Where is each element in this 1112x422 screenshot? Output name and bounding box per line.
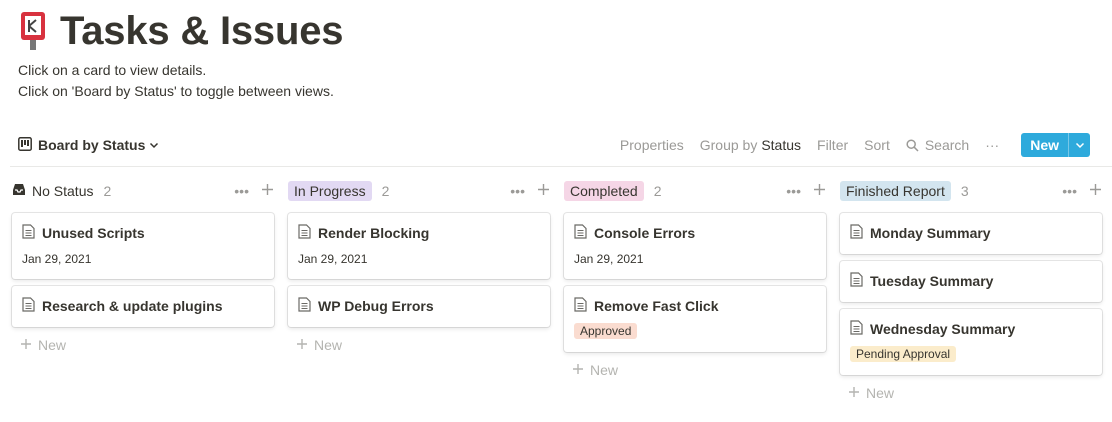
board-card[interactable]: Unused Scripts Jan 29, 2021 bbox=[12, 213, 274, 279]
add-card-button[interactable]: New bbox=[12, 334, 274, 356]
database-toolbar: Board by Status Properties Group by Stat… bbox=[18, 132, 1090, 158]
add-card-button[interactable]: New bbox=[840, 382, 1102, 404]
board-column-finished-report: Finished Report 3 ••• Monday Summary Tue… bbox=[840, 180, 1102, 404]
more-options-button[interactable]: ··· bbox=[985, 137, 999, 153]
page-description-line: Click on a card to view details. bbox=[18, 62, 207, 78]
card-title: Console Errors bbox=[594, 225, 696, 241]
column-title[interactable]: Finished Report bbox=[840, 181, 951, 201]
board-card[interactable]: Research & update plugins bbox=[12, 286, 274, 327]
view-switcher-label: Board by Status bbox=[38, 137, 146, 153]
card-date: Jan 29, 2021 bbox=[22, 252, 92, 266]
card-title: WP Debug Errors bbox=[318, 298, 434, 314]
board-column-completed: Completed 2 ••• Console Errors Jan 29, 2… bbox=[564, 180, 826, 381]
view-switcher-button[interactable]: Board by Status bbox=[18, 136, 159, 154]
card-title: Research & update plugins bbox=[42, 298, 223, 314]
add-card-label: New bbox=[314, 337, 343, 353]
page-icon bbox=[574, 224, 587, 242]
card-title: Remove Fast Click bbox=[594, 298, 719, 314]
page-title: Tasks & Issues bbox=[60, 8, 344, 53]
plus-icon bbox=[296, 337, 308, 353]
search-label: Search bbox=[924, 137, 970, 153]
column-header: In Progress 2 ••• bbox=[288, 180, 550, 202]
column-count: 2 bbox=[653, 183, 662, 199]
properties-button[interactable]: Properties bbox=[620, 137, 684, 153]
board-column-in-progress: In Progress 2 ••• Render Blocking Jan 29… bbox=[288, 180, 550, 356]
page-icon bbox=[298, 297, 311, 315]
more-icon[interactable]: ••• bbox=[234, 183, 249, 199]
plus-icon bbox=[572, 362, 584, 378]
column-title[interactable]: In Progress bbox=[288, 181, 372, 201]
add-card-label: New bbox=[38, 337, 67, 353]
page-icon bbox=[298, 224, 311, 242]
board-card[interactable]: WP Debug Errors bbox=[288, 286, 550, 327]
board-card[interactable]: Monday Summary bbox=[840, 213, 1102, 254]
approval-tag: Approved bbox=[574, 323, 638, 339]
page-icon bbox=[850, 224, 863, 242]
chevron-down-icon bbox=[1075, 142, 1084, 149]
plus-icon[interactable] bbox=[537, 183, 550, 199]
card-title: Unused Scripts bbox=[42, 225, 145, 241]
column-header: No Status 2 ••• bbox=[12, 180, 274, 202]
column-title[interactable]: Completed bbox=[564, 181, 644, 201]
board-card[interactable]: Remove Fast Click Approved bbox=[564, 286, 826, 352]
board-card[interactable]: Render Blocking Jan 29, 2021 bbox=[288, 213, 550, 279]
group-by-button[interactable]: Group by Status bbox=[700, 137, 801, 153]
board-column-no-status: No Status 2 ••• Unused Scripts Jan 29, 2… bbox=[12, 180, 274, 356]
card-title: Render Blocking bbox=[318, 225, 430, 241]
add-card-label: New bbox=[866, 385, 895, 401]
column-header: Completed 2 ••• bbox=[564, 180, 826, 202]
column-count: 2 bbox=[381, 183, 390, 199]
kanban-board-icon[interactable] bbox=[18, 12, 48, 50]
toolbar-divider bbox=[10, 166, 1112, 167]
plus-icon[interactable] bbox=[1089, 183, 1102, 199]
search-icon bbox=[906, 138, 919, 152]
group-by-label: Group by bbox=[699, 137, 758, 153]
board-card[interactable]: Tuesday Summary bbox=[840, 261, 1102, 302]
page-description-line: Click on 'Board by Status' to toggle bet… bbox=[18, 83, 334, 99]
column-header: Finished Report 3 ••• bbox=[840, 180, 1102, 202]
page-icon bbox=[22, 224, 35, 242]
new-button-label: New bbox=[1030, 137, 1059, 153]
card-title: Monday Summary bbox=[870, 225, 991, 241]
add-card-button[interactable]: New bbox=[564, 359, 826, 381]
card-date: Jan 29, 2021 bbox=[574, 252, 644, 266]
new-button[interactable]: New bbox=[1021, 133, 1090, 157]
chevron-down-icon bbox=[149, 137, 159, 153]
board-view-icon bbox=[18, 136, 32, 154]
column-count: 2 bbox=[103, 183, 112, 199]
column-count: 3 bbox=[960, 183, 969, 199]
sort-button[interactable]: Sort bbox=[864, 137, 890, 153]
add-card-button[interactable]: New bbox=[288, 334, 550, 356]
page-header: Tasks & Issues bbox=[18, 8, 343, 54]
page-icon bbox=[850, 320, 863, 338]
new-options-button[interactable] bbox=[1068, 133, 1090, 157]
page-icon bbox=[574, 297, 587, 315]
board-card[interactable]: Console Errors Jan 29, 2021 bbox=[564, 213, 826, 279]
more-icon[interactable]: ••• bbox=[786, 183, 801, 199]
card-title: Tuesday Summary bbox=[870, 273, 994, 289]
card-title: Wednesday Summary bbox=[870, 321, 1016, 337]
page-icon bbox=[22, 297, 35, 315]
plus-icon[interactable] bbox=[261, 183, 274, 199]
page-icon bbox=[850, 272, 863, 290]
plus-icon[interactable] bbox=[813, 183, 826, 199]
search-button[interactable]: Search bbox=[906, 137, 969, 153]
plus-icon bbox=[20, 337, 32, 353]
inbox-icon bbox=[12, 183, 26, 199]
card-date: Jan 29, 2021 bbox=[298, 252, 368, 266]
approval-tag: Pending Approval bbox=[850, 346, 957, 362]
add-card-label: New bbox=[590, 362, 619, 378]
plus-icon bbox=[848, 385, 860, 401]
group-by-value: Status bbox=[761, 137, 802, 153]
filter-button[interactable]: Filter bbox=[817, 137, 848, 153]
board-card[interactable]: Wednesday Summary Pending Approval bbox=[840, 309, 1102, 375]
more-icon[interactable]: ••• bbox=[1062, 183, 1077, 199]
more-icon[interactable]: ••• bbox=[510, 183, 525, 199]
column-title[interactable]: No Status bbox=[32, 183, 93, 199]
